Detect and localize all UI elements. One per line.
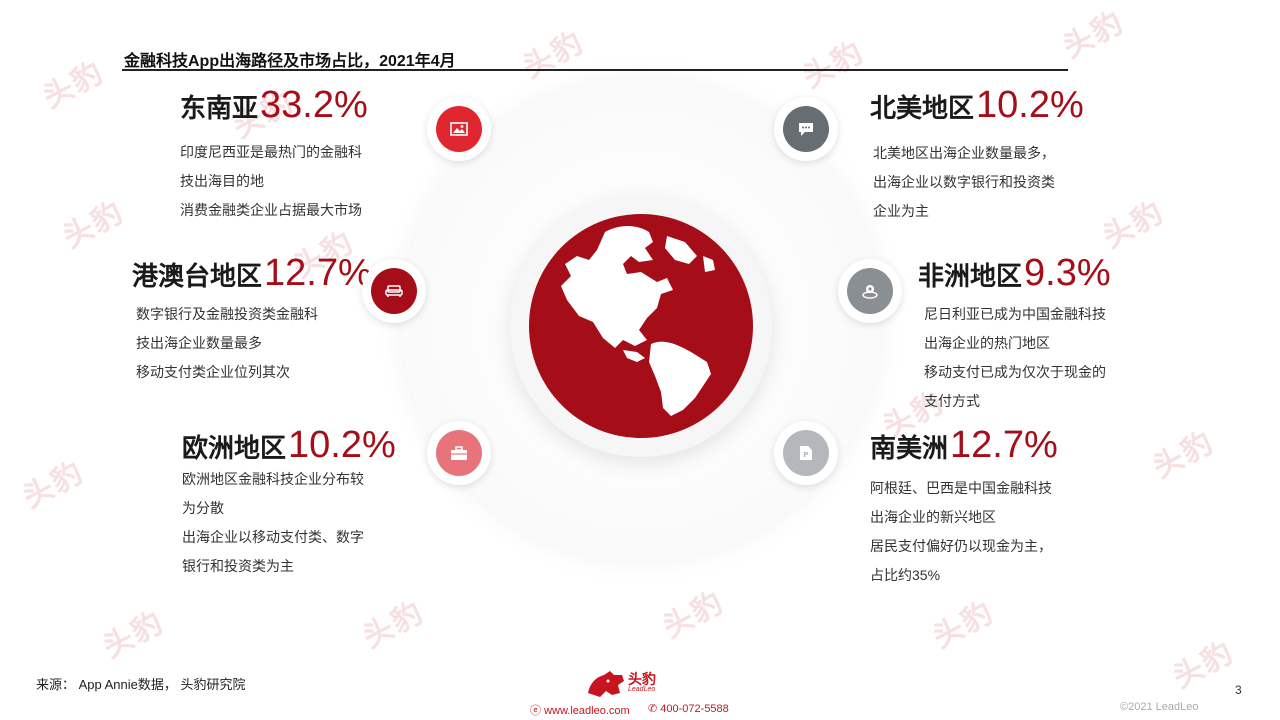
- page-number: 3: [1235, 683, 1242, 697]
- desc-line: 阿根廷、巴西是中国金融科技: [870, 480, 1052, 496]
- region-percentage: 10.2%: [288, 424, 396, 466]
- region-icon-badge: [838, 259, 902, 323]
- phone-text: 400-072-5588: [660, 703, 729, 715]
- region-description-north-america: 北美地区出海企业数量最多， 出海企业以数字银行和投资类 企业为主: [873, 139, 1055, 226]
- desc-line: 出海企业的热门地区: [924, 335, 1050, 351]
- region-description-southeast-asia: 印度尼西亚是最热门的金融科 技出海目的地 消费金融类企业占据最大市场: [180, 138, 362, 225]
- desc-line: 银行和投资类为主: [182, 558, 294, 574]
- region-percentage: 10.2%: [976, 84, 1084, 126]
- briefcase-icon: [436, 430, 482, 476]
- desc-line: 欧洲地区金融科技企业分布较: [182, 471, 364, 487]
- region-heading-south-america: 南美洲12.7%: [870, 426, 1058, 464]
- watermark: 头豹: [1097, 194, 1171, 256]
- page-title: 金融科技App出海路径及市场占比，2021年4月: [124, 53, 456, 70]
- desc-line: 数字银行及金融投资类金融科: [136, 306, 318, 322]
- desc-line: 出海企业的新兴地区: [870, 509, 996, 525]
- desc-line: 印度尼西亚是最热门的金融科: [180, 144, 362, 160]
- desc-line: 企业为主: [873, 203, 929, 219]
- region-percentage: 9.3%: [1024, 252, 1111, 294]
- region-percentage: 33.2%: [260, 84, 368, 126]
- region-icon-badge: [427, 97, 491, 161]
- region-name: 东南亚: [180, 93, 259, 123]
- chat-icon: [783, 106, 829, 152]
- region-icon-badge: [362, 259, 426, 323]
- region-description-south-america: 阿根廷、巴西是中国金融科技 出海企业的新兴地区 居民支付偏好仍以现金为主， 占比…: [870, 474, 1052, 590]
- parking-icon: P: [783, 430, 829, 476]
- region-heading-southeast-asia: 东南亚33.2%: [180, 86, 368, 124]
- watermark: 头豹: [517, 24, 591, 86]
- watermark: 头豹: [57, 194, 131, 256]
- region-name: 港澳台地区: [132, 261, 263, 291]
- desc-line: 北美地区出海企业数量最多，: [873, 145, 1055, 161]
- website-text: www.leadleo.com: [544, 705, 630, 717]
- region-icon-badge: [774, 97, 838, 161]
- watermark: 头豹: [17, 454, 91, 516]
- desc-line: 技出海目的地: [180, 173, 264, 189]
- phone-icon: ✆: [648, 703, 658, 715]
- region-name: 南美洲: [870, 433, 949, 463]
- desc-line: 移动支付类企业位列其次: [136, 364, 290, 380]
- watermark: 头豹: [1147, 424, 1221, 486]
- region-name: 非洲地区: [918, 261, 1023, 291]
- region-description-hk-macau-taiwan: 数字银行及金融投资类金融科 技出海企业数量最多 移动支付类企业位列其次: [136, 300, 318, 387]
- region-name: 欧洲地区: [182, 433, 287, 463]
- copyright: ©2021 LeadLeo: [1120, 701, 1199, 713]
- watermark: 头豹: [37, 54, 111, 116]
- watermark: 头豹: [927, 594, 1001, 656]
- desc-line: 为分散: [182, 500, 224, 516]
- region-icon-badge: [427, 421, 491, 485]
- region-heading-africa: 非洲地区9.3%: [918, 254, 1111, 292]
- watermark: 头豹: [1167, 634, 1241, 696]
- desc-line: 出海企业以移动支付类、数字: [182, 529, 364, 545]
- footer-phone: ✆ 400-072-5588: [648, 702, 729, 715]
- footer-logo-sub: LeadLeo: [628, 686, 656, 693]
- title-divider: [122, 69, 1068, 71]
- desc-line: 尼日利亚已成为中国金融科技: [924, 306, 1106, 322]
- region-heading-europe: 欧洲地区10.2%: [182, 426, 396, 464]
- region-name: 北美地区: [870, 93, 975, 123]
- watermark: 头豹: [657, 584, 731, 646]
- desc-line: 支付方式: [924, 393, 980, 409]
- region-percentage: 12.7%: [264, 252, 372, 294]
- watermark: 头豹: [1057, 4, 1131, 66]
- watermark: 头豹: [797, 34, 871, 96]
- desc-line: 移动支付已成为仅次于现金的: [924, 364, 1106, 380]
- desc-line: 居民支付偏好仍以现金为主，: [870, 538, 1052, 554]
- web-icon: ⓔ: [530, 705, 541, 717]
- footer-website-link[interactable]: ⓔ www.leadleo.com: [530, 702, 630, 718]
- region-description-africa: 尼日利亚已成为中国金融科技 出海企业的热门地区 移动支付已成为仅次于现金的 支付…: [924, 300, 1106, 416]
- watermark: 头豹: [357, 594, 431, 656]
- region-heading-north-america: 北美地区10.2%: [870, 86, 1084, 124]
- region-icon-badge: P: [774, 421, 838, 485]
- source-note: 来源： App Annie数据， 头豹研究院: [36, 677, 246, 692]
- desc-line: 占比约35%: [870, 567, 941, 583]
- watermark: 头豹: [97, 604, 171, 666]
- globe-icon: [529, 214, 753, 438]
- region-heading-hk-macau-taiwan: 港澳台地区12.7%: [132, 254, 372, 292]
- region-percentage: 12.7%: [950, 424, 1058, 466]
- desc-line: 技出海企业数量最多: [136, 335, 262, 351]
- image-icon: [436, 106, 482, 152]
- desc-line: 消费金融类企业占据最大市场: [180, 202, 362, 218]
- location-icon: [847, 268, 893, 314]
- sofa-icon: [371, 268, 417, 314]
- desc-line: 出海企业以数字银行和投资类: [873, 174, 1055, 190]
- svg-text:P: P: [803, 451, 808, 459]
- region-description-europe: 欧洲地区金融科技企业分布较 为分散 出海企业以移动支付类、数字 银行和投资类为主: [182, 465, 364, 581]
